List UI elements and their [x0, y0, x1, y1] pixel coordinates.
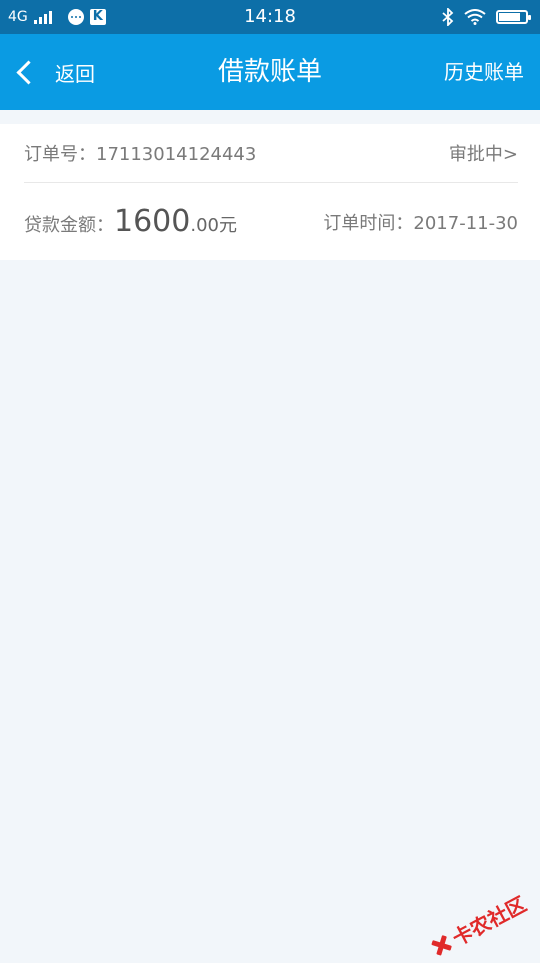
loan-amount-integer: 1600: [114, 204, 191, 239]
loan-amount: 贷款金额： 1600 .00元: [24, 204, 237, 239]
bluetooth-icon: [442, 8, 454, 26]
order-status-link[interactable]: 审批中>: [449, 140, 518, 166]
watermark: 卡农社区: [425, 888, 530, 962]
chevron-left-icon: [16, 59, 41, 85]
battery-icon: [496, 10, 531, 24]
order-number-label: 订单号：: [24, 144, 96, 165]
back-button[interactable]: 返回: [14, 34, 95, 110]
order-number-value: 17113014124443: [96, 144, 257, 165]
order-time-label: 订单时间：: [323, 212, 414, 234]
order-header-row: 订单号：17113014124443 审批中>: [24, 124, 518, 182]
status-right: [442, 0, 531, 34]
kanong-logo-icon: [427, 932, 454, 959]
order-time: 订单时间：2017-11-30: [323, 209, 518, 235]
status-bar: 4G K 14:18: [0, 0, 540, 34]
order-time-value: 2017-11-30: [413, 212, 518, 234]
history-bill-button[interactable]: 历史账单: [444, 34, 524, 110]
order-detail-row: 贷款金额： 1600 .00元 订单时间：2017-11-30: [24, 183, 518, 260]
wifi-icon: [464, 9, 486, 25]
back-label: 返回: [55, 61, 95, 86]
order-card: 订单号：17113014124443 审批中> 贷款金额： 1600 .00元 …: [0, 124, 540, 260]
order-number: 订单号：17113014124443: [24, 140, 256, 166]
loan-amount-decimal: .00元: [190, 215, 237, 236]
nav-bar: 返回 借款账单 历史账单: [0, 34, 540, 110]
loan-amount-label: 贷款金额：: [24, 215, 114, 236]
watermark-text: 卡农社区: [448, 891, 531, 951]
